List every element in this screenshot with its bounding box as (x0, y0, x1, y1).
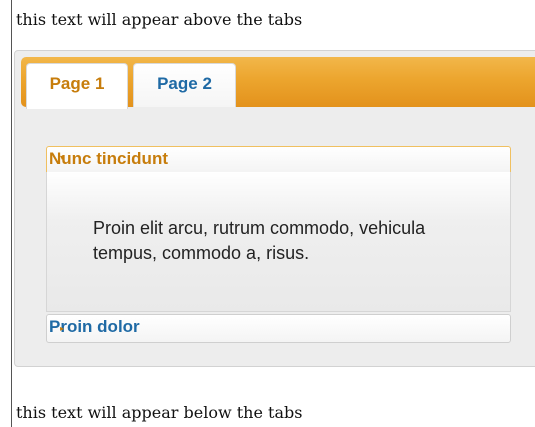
accordion-panel-text: Proin elit arcu, rutrum commodo, vehicul… (93, 218, 426, 263)
tab-page-1[interactable]: Page 1 (26, 63, 128, 109)
expanded-caret-icon: ▾ (60, 153, 65, 162)
accordion-panel: Proin elit arcu, rutrum commodo, vehicul… (46, 172, 511, 312)
accordion-header-nunc-tincidunt[interactable]: Nunc tincidunt (46, 146, 511, 172)
tab-page-2[interactable]: Page 2 (133, 63, 236, 107)
collapsed-caret-icon: ▸ (60, 324, 65, 333)
accordion-header-proin-dolor[interactable]: Proin dolor (46, 314, 511, 343)
accordion-header-label: Nunc tincidunt (49, 149, 168, 168)
text-above-tabs: this text will appear above the tabs (16, 10, 303, 29)
tab-bar: Page 1 Page 2 (21, 57, 535, 109)
text-below-tabs: this text will appear below the tabs (16, 403, 303, 422)
page-left-border (11, 0, 12, 427)
